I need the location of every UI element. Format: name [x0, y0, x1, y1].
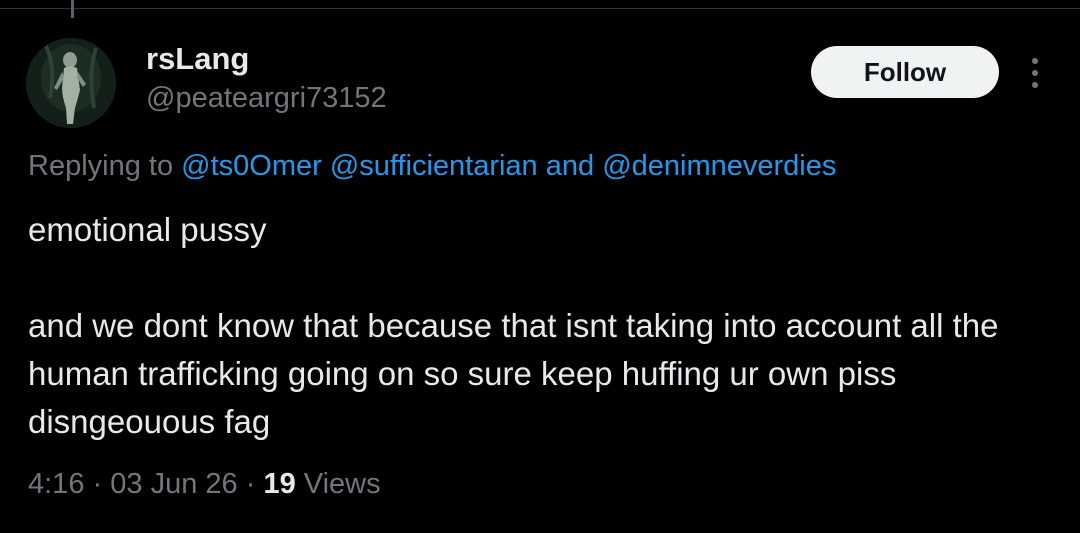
tweet-paragraph: emotional pussy: [28, 211, 267, 248]
tweet-paragraph: and we dont know that because that isnt …: [28, 307, 999, 440]
top-divider: [0, 8, 1080, 9]
more-dot: [1032, 58, 1038, 64]
mention-conjunction[interactable]: and: [546, 150, 594, 182]
meta-separator: ·: [245, 468, 256, 500]
avatar[interactable]: [26, 38, 116, 128]
mention-link[interactable]: @sufficientarian: [330, 150, 538, 182]
display-name[interactable]: rsLang: [146, 40, 387, 78]
tweet-date[interactable]: 03 Jun 26: [110, 468, 237, 500]
more-vertical-icon[interactable]: [1020, 52, 1050, 94]
views-count: 19: [263, 468, 296, 500]
more-dot: [1032, 82, 1038, 88]
user-info: rsLang @peateargri73152: [146, 40, 387, 116]
meta-separator: ·: [92, 468, 103, 500]
more-dot: [1032, 70, 1038, 76]
avatar-figure-image: [26, 38, 116, 128]
tweet-text: emotional pussy and we dont know that be…: [28, 206, 1058, 446]
tweet-meta: 4:16 · 03 Jun 26 · 19 Views: [28, 462, 381, 506]
tweet-time[interactable]: 4:16: [28, 468, 84, 500]
follow-button[interactable]: Follow: [811, 46, 999, 98]
views-label: Views: [303, 468, 381, 500]
user-handle[interactable]: @peateargri73152: [146, 80, 387, 116]
thread-connector-line: [71, 0, 74, 18]
replying-to-label: Replying to: [28, 150, 174, 182]
mention-link[interactable]: @denimneverdies: [602, 150, 836, 182]
replying-to-line: Replying to @ts0Omer @sufficientarian an…: [28, 146, 836, 186]
mention-link[interactable]: @ts0Omer: [181, 150, 322, 182]
